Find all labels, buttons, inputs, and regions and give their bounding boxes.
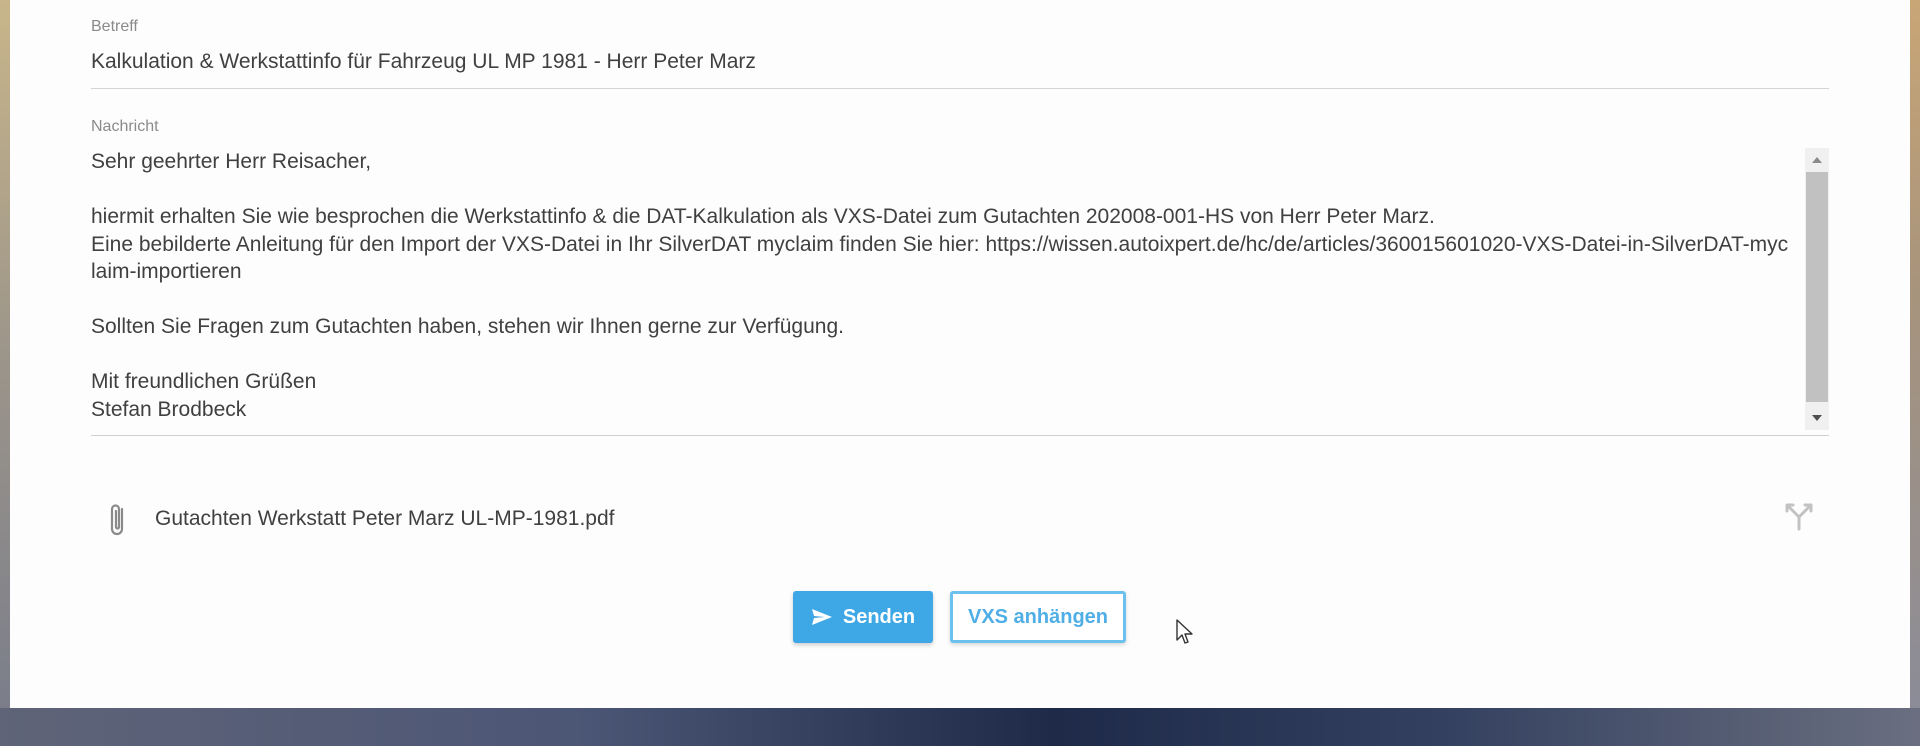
message-scrollbar[interactable] (1805, 148, 1829, 430)
message-field[interactable]: Nachricht Sehr geehrter Herr Reisacher, … (91, 118, 1829, 436)
send-icon (811, 609, 832, 625)
attachment-filename[interactable]: Gutachten Werkstatt Peter Marz UL-MP-198… (155, 507, 614, 531)
scrollbar-thumb[interactable] (1806, 172, 1828, 402)
subject-input[interactable]: Kalkulation & Werkstattinfo für Fahrzeug… (91, 50, 756, 74)
attach-vxs-button[interactable]: VXS anhängen (950, 591, 1126, 643)
message-label: Nachricht (91, 118, 159, 135)
paperclip-icon (110, 504, 124, 536)
email-dialog: Betreff Kalkulation & Werkstattinfo für … (10, 0, 1910, 708)
send-button-label: Senden (842, 605, 916, 628)
desktop-background-bottom (0, 708, 1920, 746)
split-icon[interactable] (1781, 499, 1817, 533)
message-textarea[interactable]: Sehr geehrter Herr Reisacher, hiermit er… (91, 148, 1829, 433)
mouse-cursor-icon (1176, 619, 1193, 644)
subject-field[interactable]: Betreff Kalkulation & Werkstattinfo für … (91, 18, 1829, 89)
scroll-down-arrow-icon[interactable] (1805, 406, 1829, 430)
attach-vxs-button-label: VXS anhängen (967, 605, 1109, 628)
scroll-up-arrow-icon[interactable] (1805, 148, 1829, 172)
attachment-item: Gutachten Werkstatt Peter Marz UL-MP-198… (91, 495, 1829, 545)
subject-label: Betreff (91, 18, 138, 35)
message-body[interactable]: Sehr geehrter Herr Reisacher, hiermit er… (91, 148, 1791, 423)
send-button[interactable]: Senden (793, 591, 933, 643)
